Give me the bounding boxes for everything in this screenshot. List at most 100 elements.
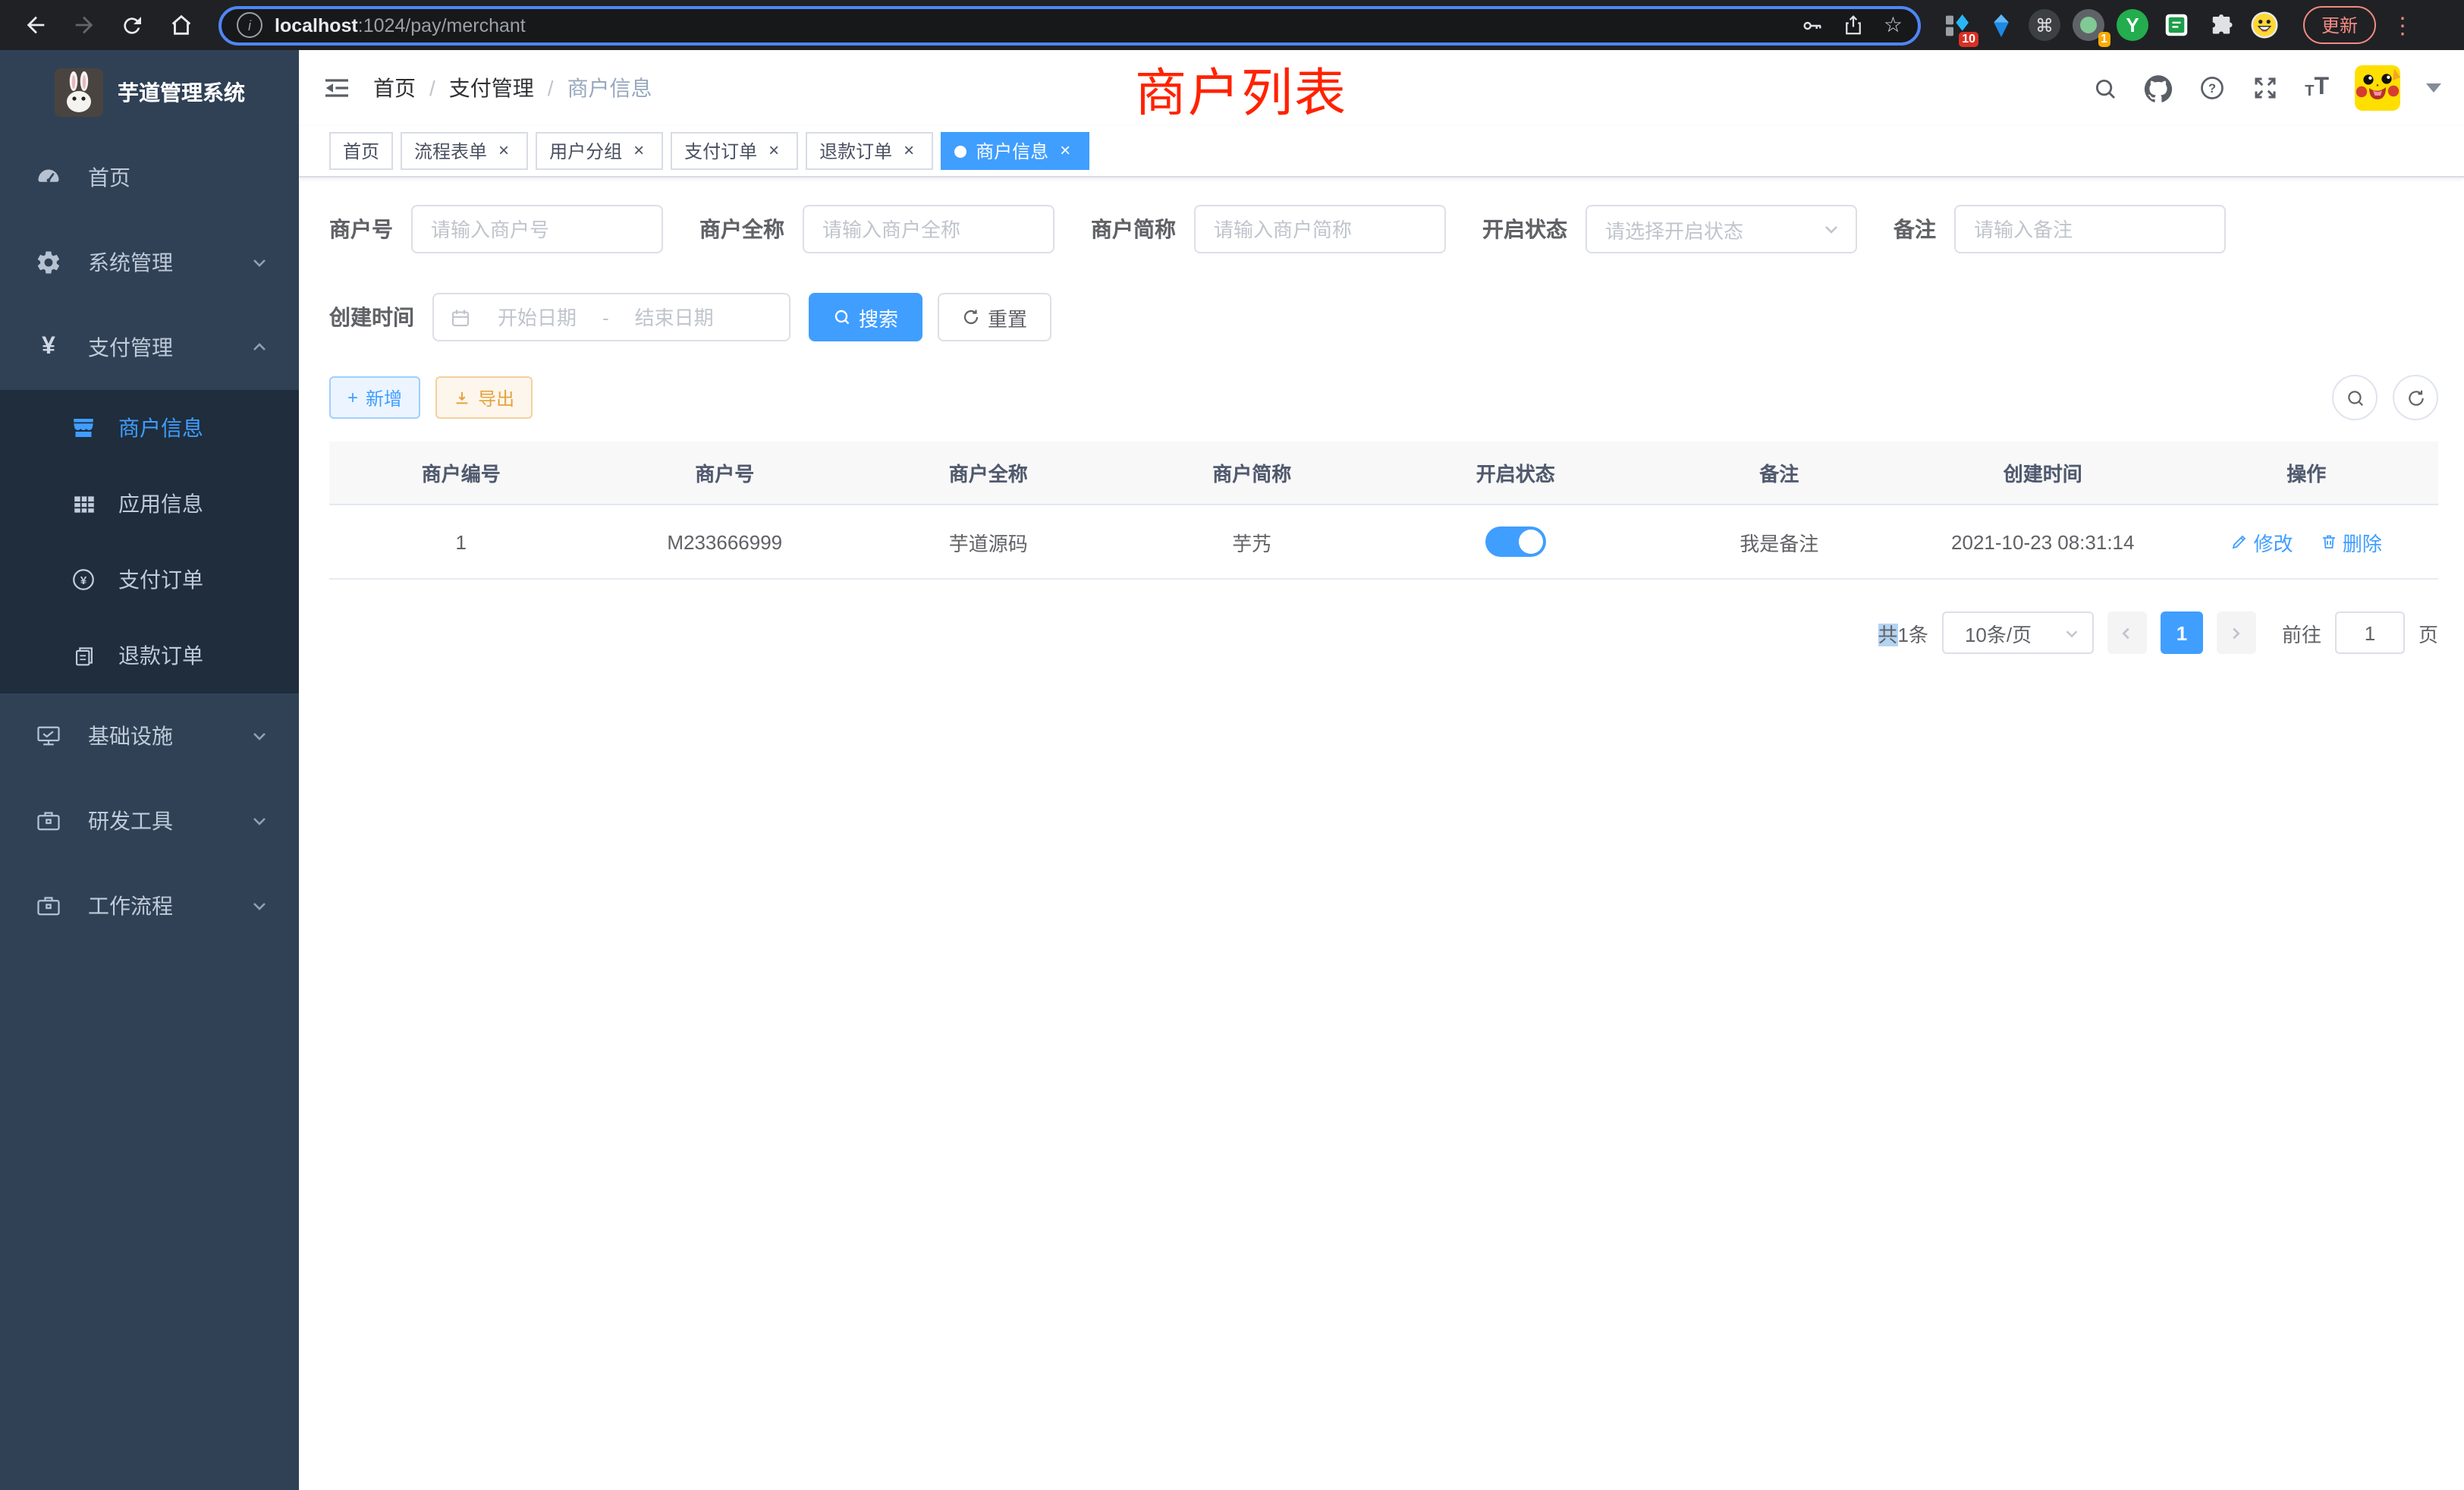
document-icon: [67, 643, 100, 668]
status-select[interactable]: 请选择开启状态: [1586, 205, 1857, 253]
remark-input[interactable]: [1954, 205, 2226, 253]
close-icon[interactable]: ×: [763, 140, 784, 162]
start-date-input[interactable]: [481, 306, 593, 328]
reload-button[interactable]: [112, 5, 152, 45]
key-icon[interactable]: [1800, 13, 1824, 37]
page-number-1[interactable]: 1: [2161, 611, 2203, 654]
cell-merchant-no: M233666999: [593, 505, 857, 579]
calendar-icon: [449, 306, 472, 328]
svg-text:?: ?: [2208, 82, 2216, 96]
prev-page-button[interactable]: [2107, 611, 2147, 654]
breadcrumb: 首页 / 支付管理 / 商户信息: [373, 73, 652, 103]
briefcase-icon: [30, 807, 67, 835]
sidebar-item-refund-order[interactable]: 退款订单: [0, 618, 299, 693]
tab-home[interactable]: 首页: [329, 132, 393, 170]
chevron-down-icon: [2063, 624, 2080, 641]
search-button[interactable]: 搜索: [809, 293, 922, 341]
sidebar-item-system[interactable]: 系统管理: [0, 220, 299, 305]
user-avatar[interactable]: [2355, 65, 2400, 111]
close-icon[interactable]: ×: [493, 140, 514, 162]
browser-menu-icon[interactable]: ⋮: [2385, 11, 2420, 39]
col-merchant-no: 商户号: [593, 442, 857, 505]
home-button[interactable]: [161, 5, 200, 45]
close-icon[interactable]: ×: [898, 140, 919, 162]
sidebar-item-infra[interactable]: 基础设施: [0, 693, 299, 778]
extension-command-icon[interactable]: ⌘: [2027, 8, 2062, 42]
back-button[interactable]: [15, 5, 55, 45]
shop-icon: [67, 414, 100, 442]
grid-icon: [67, 491, 100, 517]
pagination: 共1条 10条/页 1 前往: [329, 611, 2438, 654]
delete-button[interactable]: 删除: [2320, 527, 2382, 556]
date-range-picker[interactable]: -: [432, 293, 790, 341]
tab-process-form[interactable]: 流程表单 ×: [401, 132, 528, 170]
export-button[interactable]: 导出: [435, 376, 533, 419]
github-icon[interactable]: [2144, 74, 2173, 102]
sidebar-fold-icon[interactable]: [322, 73, 352, 103]
font-size-icon[interactable]: TT: [2305, 76, 2329, 100]
extension-devtools-icon[interactable]: 10: [1939, 8, 1974, 42]
chevron-down-icon: [1822, 220, 1840, 238]
close-icon[interactable]: ×: [628, 140, 649, 162]
info-icon[interactable]: i: [237, 12, 262, 38]
sidebar-item-merchant-info[interactable]: 商户信息: [0, 390, 299, 466]
extension-y-icon[interactable]: Y: [2115, 8, 2150, 42]
sidebar-item-home[interactable]: 首页: [0, 135, 299, 220]
cell-actions: 修改 删除: [2175, 505, 2439, 579]
briefcase-icon: [30, 892, 67, 919]
chevron-down-icon: [250, 812, 269, 830]
sidebar-item-dev-tools[interactable]: 研发工具: [0, 778, 299, 863]
caret-down-icon[interactable]: [2426, 83, 2441, 93]
header-search-icon[interactable]: [2092, 75, 2118, 101]
tab-user-group[interactable]: 用户分组 ×: [536, 132, 663, 170]
end-date-input[interactable]: [618, 306, 731, 328]
filter-status: 开启状态 请选择开启状态: [1482, 205, 1857, 253]
tab-pay-order[interactable]: 支付订单 ×: [671, 132, 798, 170]
extension-badge: 1: [2098, 32, 2110, 47]
add-button[interactable]: +新增: [329, 376, 420, 419]
extensions-puzzle-icon[interactable]: [2203, 8, 2238, 42]
goto-label: 前往: [2282, 618, 2321, 647]
next-page-button[interactable]: [2217, 611, 2256, 654]
profile-avatar[interactable]: [2247, 8, 2282, 42]
extension-notes-icon[interactable]: [2159, 8, 2194, 42]
chevron-down-icon: [250, 727, 269, 745]
sidebar-item-workflow[interactable]: 工作流程: [0, 863, 299, 948]
merchant-no-input[interactable]: [411, 205, 663, 253]
cell-short-name: 芋艿: [1120, 505, 1384, 579]
breadcrumb-home[interactable]: 首页: [373, 73, 416, 103]
breadcrumb-pay[interactable]: 支付管理: [449, 73, 534, 103]
toggle-search-button[interactable]: [2332, 375, 2378, 420]
sidebar-item-app-info[interactable]: 应用信息: [0, 466, 299, 542]
tab-refund-order[interactable]: 退款订单 ×: [806, 132, 933, 170]
refresh-button[interactable]: [2393, 375, 2438, 420]
filter-merchant-no: 商户号: [329, 205, 663, 253]
col-short-name: 商户简称: [1120, 442, 1384, 505]
share-icon[interactable]: [1843, 14, 1865, 36]
forward-button[interactable]: [64, 5, 103, 45]
goto-page-input[interactable]: [2335, 611, 2405, 654]
sidebar-item-pay[interactable]: ¥ 支付管理: [0, 305, 299, 390]
extension-recorder-icon[interactable]: 1: [2071, 8, 2106, 42]
extension-gem-icon[interactable]: [1983, 8, 2018, 42]
table-header-row: 商户编号 商户号 商户全称 商户简称 开启状态 备注 创建时间 操作: [329, 442, 2438, 505]
page-size-select[interactable]: 10条/页: [1942, 611, 2094, 654]
reset-button[interactable]: 重置: [938, 293, 1051, 341]
edit-button[interactable]: 修改: [2231, 527, 2293, 556]
app-logo-row[interactable]: 芋道管理系统: [0, 50, 299, 135]
address-bar[interactable]: i localhost:1024/pay/merchant ☆: [218, 5, 1921, 45]
browser-update-button[interactable]: 更新: [2303, 6, 2376, 44]
full-name-input[interactable]: [803, 205, 1054, 253]
sidebar-item-pay-order[interactable]: ¥ 支付订单: [0, 542, 299, 618]
tags-view: 首页 流程表单 × 用户分组 × 支付订单 × 退款订单 ×: [299, 126, 2464, 178]
fullscreen-icon[interactable]: [2252, 74, 2279, 102]
close-icon[interactable]: ×: [1054, 140, 1076, 162]
short-name-input[interactable]: [1194, 205, 1446, 253]
svg-text:¥: ¥: [80, 574, 87, 587]
tab-merchant-info[interactable]: 商户信息 ×: [941, 132, 1089, 170]
pagination-total: 共1条: [1878, 618, 1928, 647]
help-icon[interactable]: ?: [2198, 74, 2226, 102]
app-title: 芋道管理系统: [118, 77, 245, 108]
bookmark-star-icon[interactable]: ☆: [1884, 12, 1903, 38]
status-toggle[interactable]: [1485, 527, 1546, 557]
